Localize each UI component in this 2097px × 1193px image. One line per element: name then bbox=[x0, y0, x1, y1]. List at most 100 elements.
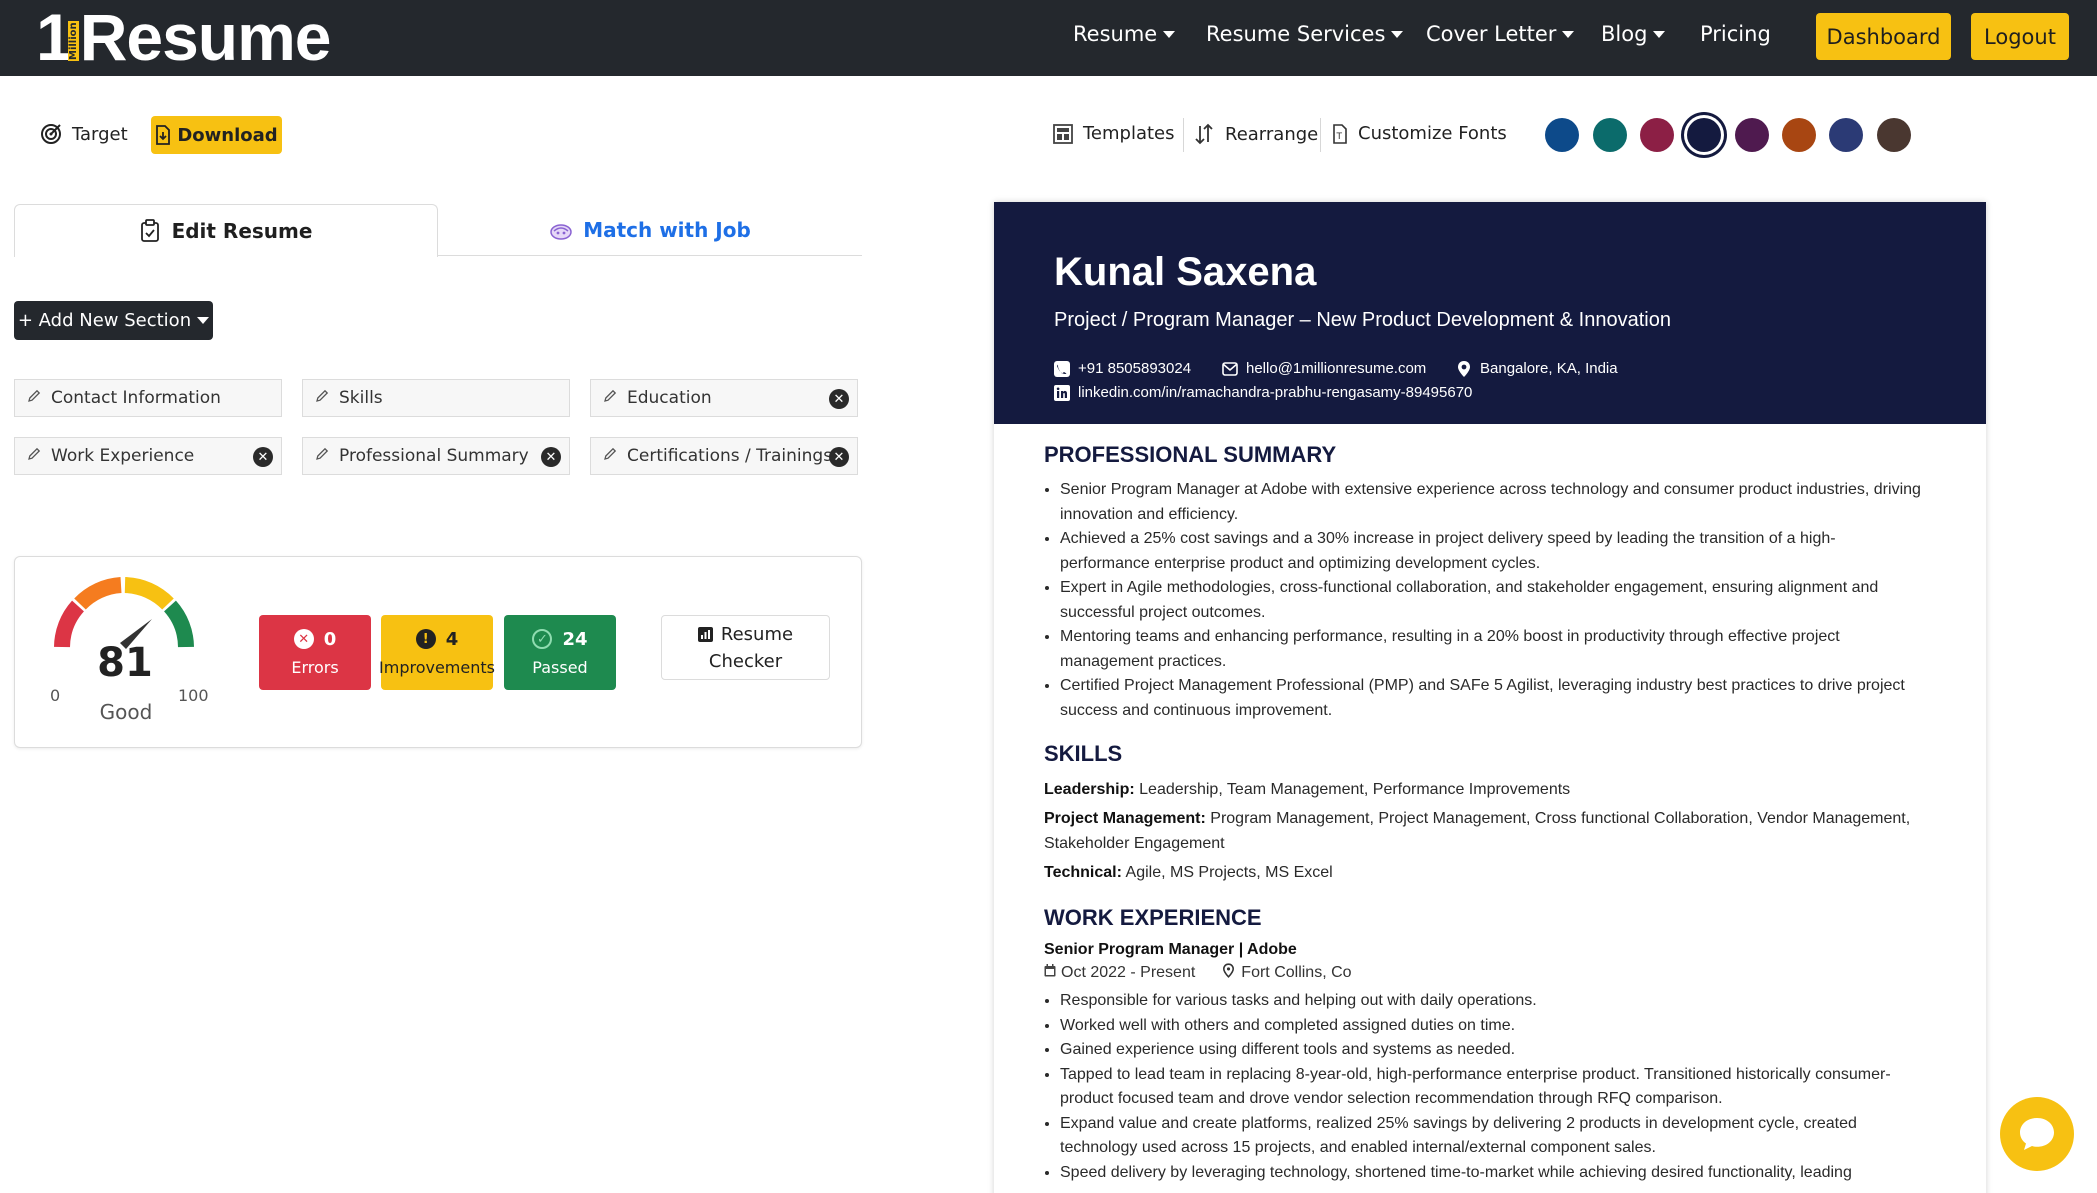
clipboard-icon bbox=[140, 219, 159, 242]
improvements-count: 4 bbox=[445, 628, 459, 650]
section-pill[interactable]: Work Experience ✕ bbox=[14, 437, 282, 475]
passed-count: 24 bbox=[562, 628, 588, 650]
section-pill[interactable]: Certifications / Trainings ✕ bbox=[590, 437, 858, 475]
toolbar-divider bbox=[1183, 118, 1184, 152]
close-icon[interactable]: ✕ bbox=[829, 389, 849, 409]
map-pin-icon bbox=[1456, 360, 1472, 377]
logout-button[interactable]: Logout bbox=[1971, 13, 2069, 60]
score-max: 100 bbox=[178, 686, 209, 705]
nav-blog[interactable]: Blog bbox=[1601, 22, 1666, 46]
job-bullet: Worked well with others and completed as… bbox=[1060, 1014, 1924, 1039]
rearrange-button[interactable]: Rearrange bbox=[1193, 123, 1318, 145]
color-swatch[interactable] bbox=[1687, 118, 1721, 152]
nav-resume-services-label: Resume Services bbox=[1206, 22, 1386, 46]
skill-category: Project Management: bbox=[1044, 810, 1206, 827]
job-dates: Oct 2022 - Present bbox=[1061, 964, 1196, 981]
section-pill-label: Contact Information bbox=[51, 388, 221, 408]
customize-fonts-label: Customize Fonts bbox=[1358, 123, 1507, 144]
job-bullet: Responsible for various tasks and helpin… bbox=[1060, 989, 1924, 1014]
pencil-icon bbox=[27, 388, 41, 408]
errors-count: 0 bbox=[323, 628, 337, 650]
improvements-badge[interactable]: ! 4 Improvements bbox=[379, 615, 495, 690]
section-pill-label: Work Experience bbox=[51, 446, 195, 466]
templates-button[interactable]: Templates bbox=[1053, 123, 1175, 144]
nav-resume[interactable]: Resume bbox=[1073, 22, 1176, 46]
resume-checker-label-2: Checker bbox=[708, 650, 783, 672]
summary-item: Expert in Agile methodologies, cross-fun… bbox=[1060, 576, 1924, 625]
color-swatch[interactable] bbox=[1545, 118, 1579, 152]
toolbar-divider bbox=[1320, 118, 1321, 152]
color-swatch[interactable] bbox=[1782, 118, 1816, 152]
nav-cover-letter[interactable]: Cover Letter bbox=[1426, 22, 1575, 46]
chat-widget-button[interactable] bbox=[2000, 1097, 2074, 1171]
resume-linkedin-text: linkedin.com/in/ramachandra-prabhu-renga… bbox=[1078, 384, 1473, 401]
section-pill[interactable]: Education ✕ bbox=[590, 379, 858, 417]
rearrange-icon bbox=[1195, 123, 1213, 145]
score-value: 81 bbox=[97, 640, 153, 686]
resume-checker-button[interactable]: Resume Checker bbox=[661, 615, 830, 680]
job-meta: Oct 2022 - Present Fort Collins, Co bbox=[1044, 963, 1924, 983]
download-button[interactable]: Download bbox=[151, 116, 282, 154]
section-pill[interactable]: Professional Summary ✕ bbox=[302, 437, 570, 475]
pencil-icon bbox=[315, 446, 329, 466]
color-swatch[interactable] bbox=[1640, 118, 1674, 152]
skill-values: Agile, MS Projects, MS Excel bbox=[1125, 864, 1333, 881]
resume-location-text: Bangalore, KA, India bbox=[1480, 360, 1618, 377]
resume-preview[interactable]: Kunal Saxena Project / Program Manager –… bbox=[994, 202, 1986, 1193]
job-bullet: Tapped to lead team in replacing 8-year-… bbox=[1060, 1063, 1924, 1112]
tab-edit-resume-label: Edit Resume bbox=[171, 219, 313, 243]
add-new-section-dropdown[interactable]: + Add New Section bbox=[14, 301, 213, 340]
skill-category: Technical: bbox=[1044, 864, 1122, 881]
resume-email-text: hello@1millionresume.com bbox=[1246, 360, 1427, 377]
section-pill[interactable]: Contact Information bbox=[14, 379, 282, 417]
envelope-icon bbox=[1222, 361, 1238, 377]
customize-fonts-button[interactable]: T Customize Fonts bbox=[1332, 123, 1507, 144]
linkedin-icon bbox=[1054, 384, 1070, 401]
tab-divider bbox=[438, 255, 862, 256]
download-file-icon bbox=[156, 125, 171, 145]
score-rating-label: Good bbox=[99, 700, 153, 724]
skills-heading: SKILLS bbox=[1044, 741, 1123, 766]
chevron-down-icon bbox=[1391, 30, 1404, 38]
summary-list: Senior Program Manager at Adobe with ext… bbox=[1044, 478, 1924, 723]
skill-row: Leadership: Leadership, Team Management,… bbox=[1044, 777, 1924, 802]
resume-name: Kunal Saxena bbox=[1054, 250, 1317, 294]
templates-icon bbox=[1053, 123, 1073, 144]
color-swatch[interactable] bbox=[1877, 118, 1911, 152]
section-pill[interactable]: Skills bbox=[302, 379, 570, 417]
tab-match-with-job[interactable]: Match with Job bbox=[438, 204, 862, 256]
skill-values: Leadership, Team Management, Performance… bbox=[1139, 781, 1571, 798]
nav-resume-label: Resume bbox=[1073, 22, 1158, 46]
skill-row: Technical: Agile, MS Projects, MS Excel bbox=[1044, 860, 1924, 885]
close-icon[interactable]: ✕ bbox=[253, 447, 273, 467]
color-swatch[interactable] bbox=[1735, 118, 1769, 152]
chevron-down-icon bbox=[197, 317, 210, 324]
brand-logo[interactable]: 1 Million Resume bbox=[36, 2, 331, 72]
phone-icon bbox=[1054, 360, 1070, 377]
templates-label: Templates bbox=[1083, 123, 1175, 144]
dashboard-button[interactable]: Dashboard bbox=[1816, 13, 1951, 60]
nav-resume-services[interactable]: Resume Services bbox=[1206, 22, 1404, 46]
target-button[interactable]: Target bbox=[40, 123, 128, 145]
nav-pricing-label: Pricing bbox=[1700, 22, 1771, 46]
color-swatch[interactable] bbox=[1593, 118, 1627, 152]
chevron-down-icon bbox=[1653, 30, 1666, 38]
resume-body: PROFESSIONAL SUMMARY Senior Program Mana… bbox=[1044, 442, 1924, 1185]
improvements-label: Improvements bbox=[379, 657, 495, 677]
resume-checker-label-1: Resume bbox=[720, 623, 794, 645]
close-icon[interactable]: ✕ bbox=[829, 447, 849, 467]
color-swatch[interactable] bbox=[1829, 118, 1863, 152]
logo-name: Resume bbox=[79, 0, 332, 74]
nav-pricing[interactable]: Pricing bbox=[1700, 22, 1771, 46]
logo-prefix: 1 bbox=[36, 0, 73, 74]
logo-million-tag: Million bbox=[67, 21, 79, 61]
top-navbar: 1 Million Resume Resume Resume Services … bbox=[0, 0, 2097, 76]
tab-edit-resume[interactable]: Edit Resume bbox=[14, 204, 438, 257]
summary-item: Senior Program Manager at Adobe with ext… bbox=[1060, 478, 1924, 527]
passed-badge[interactable]: ✓ 24 Passed bbox=[504, 615, 616, 690]
errors-badge[interactable]: ✕ 0 Errors bbox=[259, 615, 371, 690]
pencil-icon bbox=[603, 446, 617, 466]
close-icon[interactable]: ✕ bbox=[541, 447, 561, 467]
target-icon bbox=[41, 124, 61, 144]
resume-linkedin: linkedin.com/in/ramachandra-prabhu-renga… bbox=[1054, 384, 1472, 401]
